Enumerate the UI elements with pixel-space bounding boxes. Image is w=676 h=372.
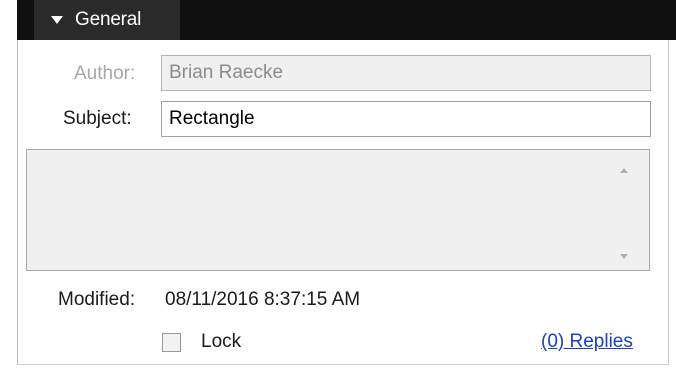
lock-checkbox[interactable]: [162, 333, 181, 352]
scroll-up-arrow-icon[interactable]: [620, 168, 628, 173]
lock-label[interactable]: Lock: [201, 331, 241, 353]
comment-textarea[interactable]: [26, 149, 650, 271]
subject-field[interactable]: Rectangle: [161, 101, 651, 137]
modified-value: 08/11/2016 8:37:15 AM: [165, 289, 361, 310]
replies-link[interactable]: (0) Replies: [541, 331, 633, 353]
author-field: Brian Raecke: [161, 55, 651, 91]
section-title: General: [75, 9, 142, 30]
scroll-down-arrow-icon[interactable]: [620, 254, 628, 259]
subject-label: Subject:: [63, 108, 132, 129]
properties-panel: General Author: Brian Raecke Subject: Re…: [0, 0, 676, 372]
expand-triangle-icon[interactable]: [51, 16, 63, 24]
section-header[interactable]: General: [17, 0, 676, 40]
modified-label: Modified:: [58, 289, 136, 310]
author-label: Author:: [74, 63, 136, 84]
